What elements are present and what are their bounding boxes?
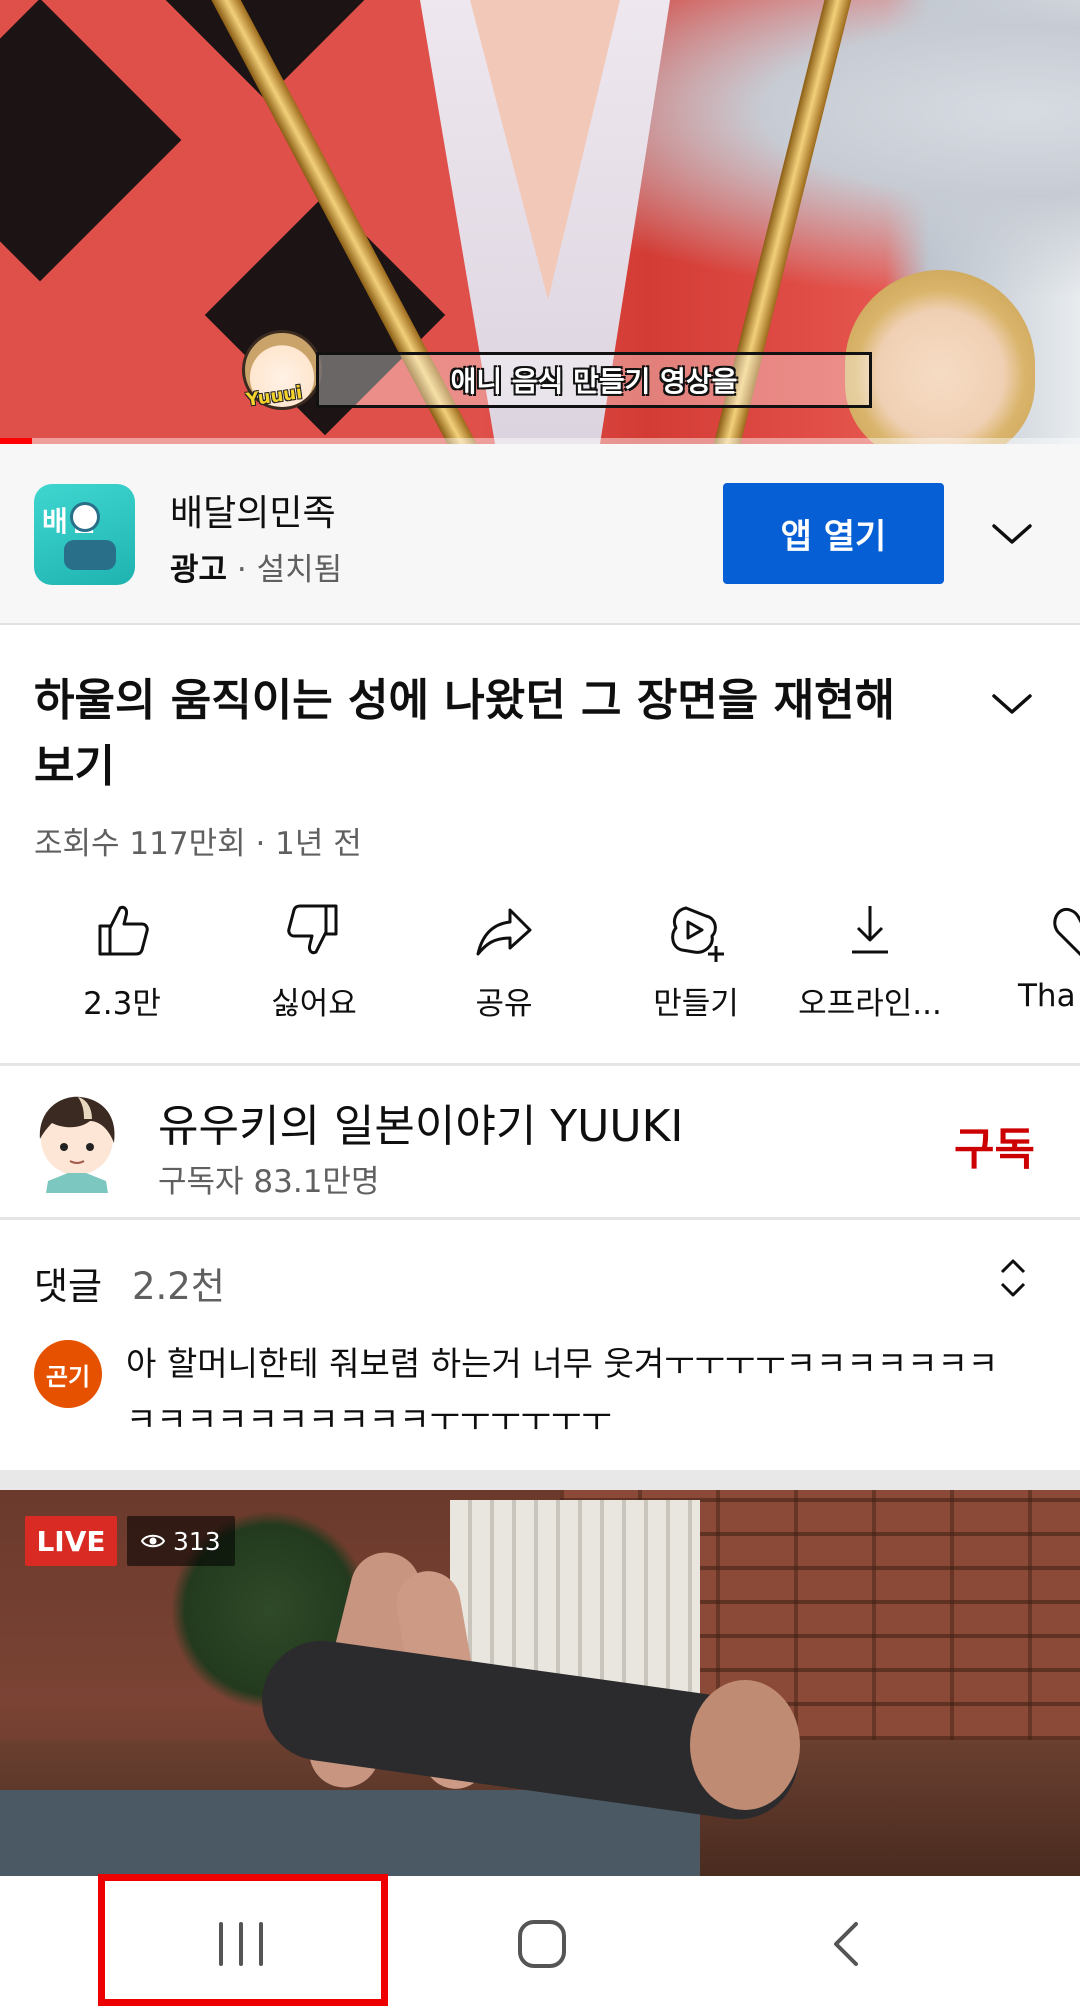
download-button[interactable]: 오프라인... bbox=[780, 900, 960, 1040]
remix-icon bbox=[671, 906, 724, 962]
divider bbox=[0, 1470, 1080, 1490]
thumbs-down-icon bbox=[287, 904, 338, 955]
divider bbox=[0, 1217, 1080, 1220]
ad-meta: 광고 · 설치됨 bbox=[170, 552, 343, 588]
divider bbox=[0, 1063, 1080, 1066]
thanks-button[interactable]: Tha bbox=[990, 900, 1080, 1040]
video-subtitle: 애니 음식 만들기 영상을 bbox=[316, 352, 872, 408]
video-title[interactable]: 하울의 움직이는 성에 나왔던 그 장면을 재현해보기 bbox=[34, 668, 934, 800]
thanks-icon bbox=[1053, 907, 1080, 957]
ad-status: 설치됨 bbox=[256, 552, 343, 588]
share-button[interactable]: 공유 bbox=[414, 900, 594, 1040]
chevron-down-icon[interactable] bbox=[988, 518, 1036, 550]
download-icon bbox=[852, 906, 888, 954]
ad-banner[interactable]: 배민 배달의민족 광고 · 설치됨 앱 열기 bbox=[0, 444, 1080, 625]
expand-toggle-icon[interactable] bbox=[996, 1254, 1030, 1302]
back-icon[interactable] bbox=[826, 1916, 866, 1972]
channel-avatar[interactable] bbox=[34, 1093, 120, 1193]
live-badge: LIVE bbox=[25, 1516, 117, 1566]
comments-label: 댓글 bbox=[34, 1265, 103, 1308]
subscribe-button[interactable]: 구독 bbox=[954, 1113, 1035, 1177]
ad-badge: 광고 bbox=[170, 552, 228, 588]
ad-app-name: 배달의민족 bbox=[170, 493, 336, 534]
eye-icon bbox=[141, 1534, 165, 1548]
dislike-button[interactable]: 싫어요 bbox=[224, 900, 404, 1040]
next-video-thumbnail[interactable]: LIVE 313 bbox=[0, 1490, 1080, 1876]
commenter-avatar[interactable]: 곤기 bbox=[34, 1340, 102, 1408]
share-icon bbox=[476, 908, 532, 956]
channel-name[interactable]: 유우키의 일본이야기 YUUKI bbox=[158, 1090, 683, 1154]
viewer-count: 313 bbox=[127, 1516, 235, 1566]
create-button[interactable]: 만들기 bbox=[606, 900, 786, 1040]
like-button[interactable]: 2.3만 bbox=[32, 900, 212, 1040]
comment-text: 아 할머니한테 줘보렴 하는거 너무 웃겨ㅜㅜㅜㅜㅋㅋㅋㅋㅋㅋㅋㅋㅋㅋㅋㅋㅋㅋㅋ… bbox=[126, 1344, 999, 1439]
subscriber-count: 구독자 83.1만명 bbox=[158, 1164, 380, 1200]
app-icon[interactable]: 배민 bbox=[34, 484, 135, 585]
video-player[interactable]: 애니 음식 만들기 영상을 Yuuui bbox=[0, 0, 1080, 444]
open-app-button[interactable]: 앱 열기 bbox=[723, 483, 944, 584]
comments-count: 2.2천 bbox=[132, 1265, 225, 1308]
home-icon[interactable] bbox=[514, 1916, 570, 1972]
highlight-box bbox=[98, 1874, 388, 2006]
thumbs-up-icon bbox=[98, 905, 149, 956]
video-meta: 조회수 117만회 · 1년 전 bbox=[34, 826, 362, 862]
chevron-down-icon[interactable] bbox=[988, 688, 1036, 720]
